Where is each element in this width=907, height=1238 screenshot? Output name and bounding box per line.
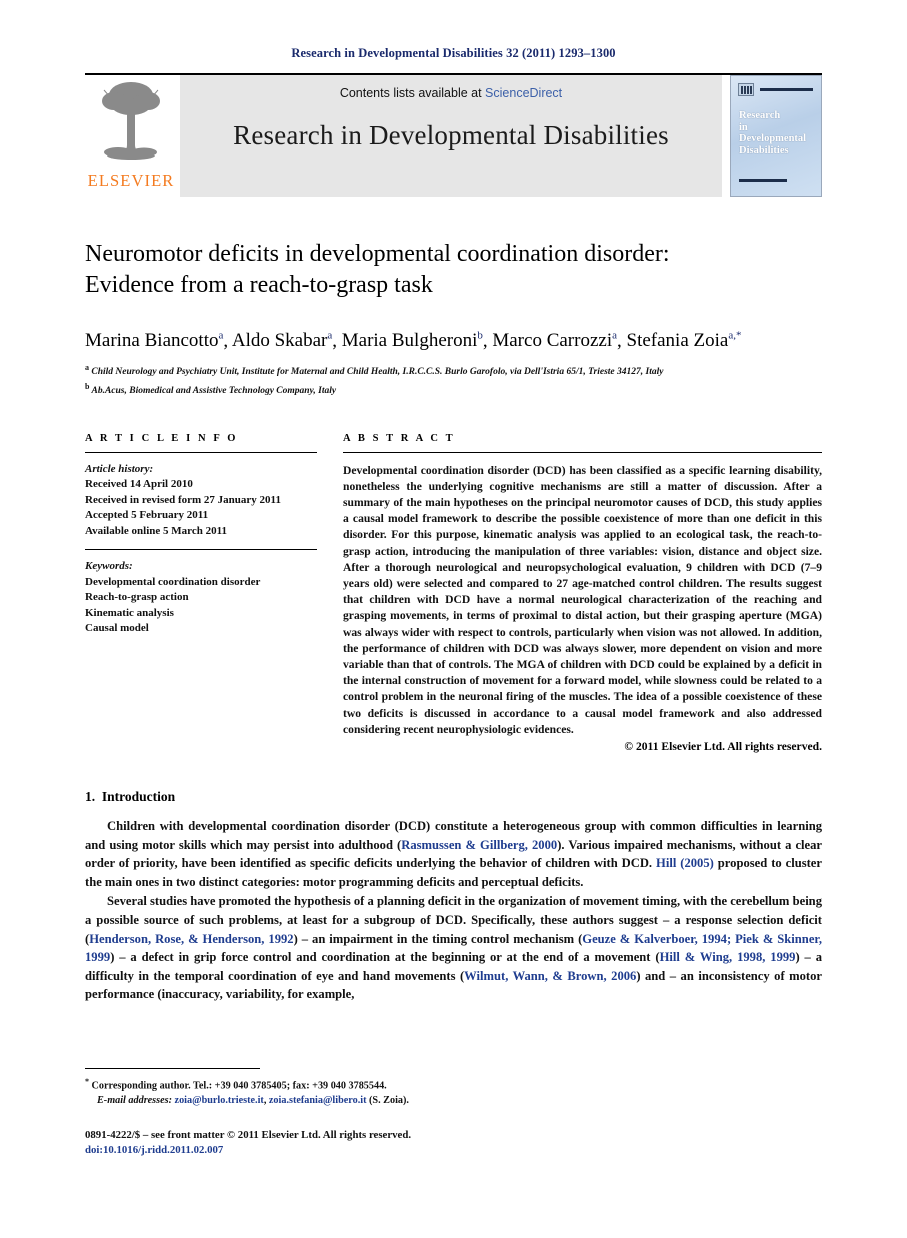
footnote-block: * Corresponding author. Tel.: +39 040 37…	[85, 1068, 822, 1108]
author-name: Maria Bulgheroni	[341, 330, 478, 352]
doi-line: doi:10.1016/j.ridd.2011.02.007	[85, 1143, 411, 1158]
doi-link[interactable]: 10.1016/j.ridd.2011.02.007	[103, 1144, 223, 1156]
journal-cover-thumbnail[interactable]: Research in Developmental Disabilities	[730, 75, 822, 197]
page-title: Neuromotor deficits in developmental coo…	[85, 239, 822, 301]
abstract-text: Developmental coordination disorder (DCD…	[343, 463, 822, 736]
citation-link[interactable]: Rasmussen & Gillberg, 2000	[401, 838, 557, 852]
citation-link[interactable]: Wilmut, Wann, & Brown, 2006	[464, 969, 636, 983]
abstract-copyright: © 2011 Elsevier Ltd. All rights reserved…	[624, 740, 822, 754]
affiliation-marker: b	[85, 381, 90, 391]
keywords-block: Keywords: Developmental coordination dis…	[85, 559, 317, 637]
corresponding-author-text: Corresponding author. Tel.: +39 040 3785…	[91, 1080, 387, 1092]
contents-lists-line: Contents lists available at ScienceDirec…	[340, 86, 562, 100]
cover-title-line-4: Disabilities	[739, 144, 789, 156]
corresponding-author-note: * Corresponding author. Tel.: +39 040 37…	[85, 1075, 822, 1094]
keywords-divider	[85, 549, 317, 551]
affiliation-text: Ab.Acus, Biomedical and Assistive Techno…	[91, 386, 337, 397]
title-line-2: Evidence from a reach-to-grasp task	[85, 272, 433, 298]
email-label: E-mail addresses:	[97, 1094, 172, 1106]
section-number: 1.	[85, 789, 96, 805]
history-item: Accepted 5 February 2011	[85, 509, 209, 522]
author-separator: ,	[482, 330, 493, 352]
colophon: 0891-4222/$ – see front matter © 2011 El…	[85, 1128, 411, 1158]
corresponding-marker: *	[85, 1077, 89, 1086]
cover-rule-bottom	[739, 179, 787, 182]
author-affiliation-marker: a,*	[728, 330, 742, 342]
keyword-item: Developmental coordination disorder	[85, 575, 261, 588]
journal-band: Contents lists available at ScienceDirec…	[180, 75, 722, 197]
citation-link[interactable]: Hill & Wing, 1998, 1999	[660, 950, 796, 964]
issn-line: 0891-4222/$ – see front matter © 2011 El…	[85, 1129, 412, 1141]
author: Marco Carrozzia	[492, 330, 617, 351]
title-block: Neuromotor deficits in developmental coo…	[85, 239, 822, 399]
paragraph: Several studies have promoted the hypoth…	[85, 892, 822, 1004]
cover-title-line-1: Research	[739, 110, 781, 121]
cover-rule-top	[760, 88, 813, 91]
sciencedirect-link[interactable]: ScienceDirect	[485, 86, 562, 100]
email-link[interactable]: zoia@burlo.trieste.it	[175, 1095, 264, 1106]
introduction-section: 1. Introduction Children with developmen…	[85, 789, 822, 1004]
keyword-item: Causal model	[85, 622, 149, 635]
citation-link[interactable]: Henderson, Rose, & Henderson, 1992	[89, 932, 293, 946]
email-note: E-mail addresses: zoia@burlo.trieste.it,…	[85, 1094, 822, 1109]
keyword-item: Reach-to-grasp action	[85, 591, 189, 604]
email-link[interactable]: zoia.stefania@libero.it	[269, 1095, 367, 1106]
contents-prefix: Contents lists available at	[339, 86, 486, 100]
author-name: Aldo Skabar	[231, 330, 328, 352]
author-name: Stefania Zoia	[626, 330, 729, 352]
running-head: Research in Developmental Disabilities 3…	[291, 46, 616, 60]
elsevier-logo: ELSEVIER	[85, 75, 177, 197]
title-line-1: Neuromotor deficits in developmental coo…	[85, 241, 670, 267]
affiliation-list: a Child Neurology and Psychiatry Unit, I…	[85, 361, 822, 398]
paragraph: Children with developmental coordination…	[85, 817, 822, 891]
affiliation-marker: a	[85, 363, 89, 373]
article-info-column: A R T I C L E I N F O Article history: R…	[85, 433, 317, 753]
cover-title: Research in Developmental Disabilities	[739, 110, 815, 156]
author-separator: ,	[332, 330, 342, 352]
abstract-heading: A B S T R A C T	[343, 432, 456, 444]
author-name: Marco Carrozzi	[492, 330, 613, 352]
article-history-label: Article history:	[85, 462, 154, 475]
abstract-column: A B S T R A C T Developmental coordinati…	[343, 433, 822, 753]
author-separator: ,	[617, 330, 627, 352]
paragraph-text: ) – a defect in grip force control and c…	[110, 950, 660, 965]
article-info-heading: A R T I C L E I N F O	[85, 432, 239, 444]
cover-title-line-2: in	[739, 121, 748, 133]
article-history: Article history: Received 14 April 2010 …	[85, 453, 317, 540]
paragraph-text: ) – an impairment in the timing control …	[293, 931, 583, 946]
elsevier-tree-icon	[98, 79, 164, 163]
section-title: Introduction	[101, 789, 176, 805]
keyword-item: Kinematic analysis	[85, 606, 174, 619]
author: Maria Bulgheronib	[342, 330, 483, 351]
journal-masthead: ELSEVIER Contents lists available at Sci…	[85, 73, 822, 197]
affiliation: b Ab.Acus, Biomedical and Assistive Tech…	[85, 380, 822, 399]
info-abstract-row: A R T I C L E I N F O Article history: R…	[85, 433, 822, 753]
author-name: Marina Biancotto	[85, 330, 219, 352]
author-list: Marina Biancottoa, Aldo Skabara, Maria B…	[85, 323, 822, 354]
section-heading: 1. Introduction	[85, 789, 822, 805]
author: Stefania Zoiaa,*	[627, 330, 742, 351]
citation-link[interactable]: Hill (2005)	[656, 856, 714, 870]
affiliation-text: Child Neurology and Psychiatry Unit, Ins…	[91, 367, 664, 378]
footnote-rule	[85, 1068, 260, 1069]
history-item: Received 14 April 2010	[85, 478, 193, 491]
author-separator: ,	[223, 330, 232, 352]
journal-title: Research in Developmental Disabilities	[233, 120, 669, 150]
author: Marina Biancottoa	[85, 330, 223, 351]
cover-title-line-3: Developmental	[739, 133, 807, 144]
history-item: Available online 5 March 2011	[85, 524, 227, 537]
keywords-label: Keywords:	[85, 560, 133, 573]
history-item: Received in revised form 27 January 2011	[85, 493, 281, 506]
elsevier-wordmark: ELSEVIER	[87, 171, 175, 190]
author: Aldo Skabara	[232, 330, 332, 351]
email-suffix: (S. Zoia).	[366, 1094, 409, 1106]
affiliation: a Child Neurology and Psychiatry Unit, I…	[85, 361, 822, 380]
doi-label: doi:	[85, 1144, 103, 1156]
barcode-icon	[738, 83, 754, 96]
article-page: Research in Developmental Disabilities 3…	[0, 0, 907, 1238]
